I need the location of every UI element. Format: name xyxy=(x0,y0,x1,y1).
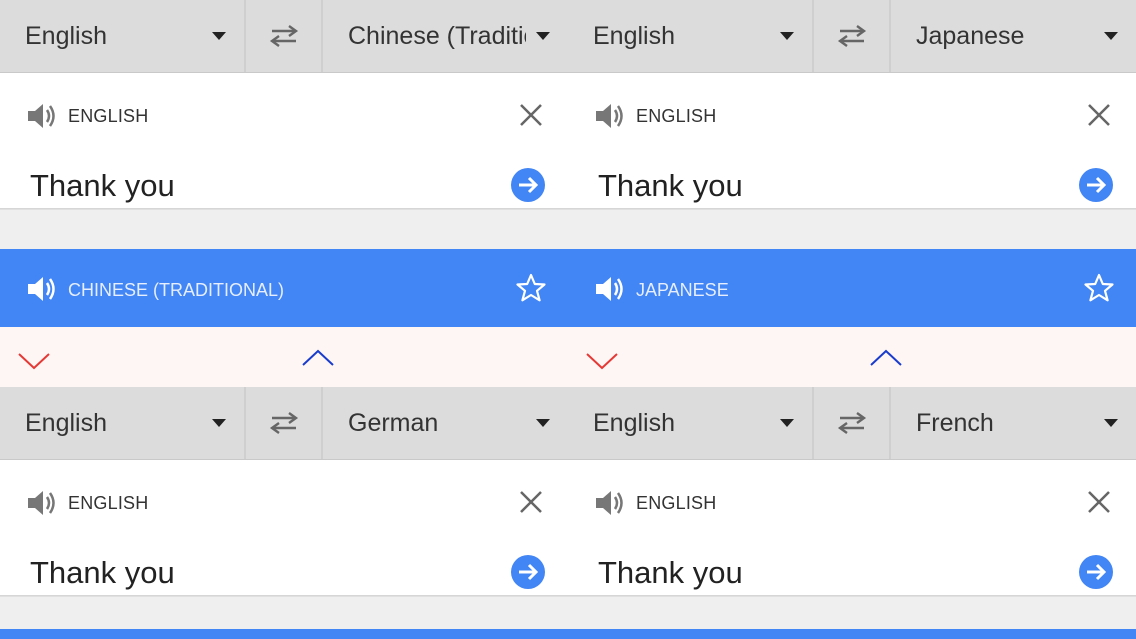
input-language-label: ENGLISH xyxy=(68,106,149,126)
close-icon[interactable] xyxy=(519,490,543,514)
dropdown-caret-icon xyxy=(536,32,550,40)
speaker-icon[interactable] xyxy=(594,101,626,131)
result-header: JAPANESE xyxy=(568,249,1136,327)
input-language-label: ENGLISH xyxy=(636,493,717,513)
swap-arrows-icon xyxy=(837,25,866,47)
star-outline-icon[interactable] xyxy=(1084,273,1114,303)
expand-collapse-row xyxy=(0,327,568,387)
source-language-label: English xyxy=(593,408,675,437)
chevron-down-icon[interactable] xyxy=(18,352,50,370)
speaker-icon[interactable] xyxy=(26,488,58,518)
spacer xyxy=(568,209,1136,249)
source-language-select[interactable]: English xyxy=(0,387,246,459)
source-language-select[interactable]: English xyxy=(0,0,246,72)
arrow-right-circle-icon[interactable] xyxy=(1078,167,1114,203)
close-icon[interactable] xyxy=(519,103,543,127)
swap-arrows-icon xyxy=(269,25,298,47)
arrow-right-circle-icon[interactable] xyxy=(1078,554,1114,590)
speaker-icon[interactable] xyxy=(26,101,58,131)
source-language-select[interactable]: English xyxy=(568,387,814,459)
star-outline-icon[interactable] xyxy=(516,273,546,303)
dropdown-caret-icon xyxy=(780,419,794,427)
translate-panel: English Chinese (Traditional) ENGLISH Th… xyxy=(0,0,568,387)
translate-panel: English French ENGLISH Thank you xyxy=(568,387,1136,629)
source-language-label: English xyxy=(593,21,675,50)
chevron-up-icon[interactable] xyxy=(870,349,902,367)
dropdown-caret-icon xyxy=(536,419,550,427)
target-language-label: Japanese xyxy=(916,21,1025,50)
source-language-label: English xyxy=(25,21,107,50)
language-bar: English German xyxy=(0,387,568,460)
result-language-label: JAPANESE xyxy=(636,280,729,300)
target-language-label: German xyxy=(348,408,439,437)
arrow-right-circle-icon[interactable] xyxy=(510,167,546,203)
swap-arrows-icon xyxy=(837,412,866,434)
arrow-right-circle-icon[interactable] xyxy=(510,554,546,590)
expand-collapse-row xyxy=(568,327,1136,387)
spacer xyxy=(0,596,568,629)
language-bar: English Japanese xyxy=(568,0,1136,73)
source-language-select[interactable]: English xyxy=(568,0,814,72)
swap-languages-button[interactable] xyxy=(814,0,891,72)
input-text[interactable]: Thank you xyxy=(30,168,175,204)
chevron-up-icon[interactable] xyxy=(302,349,334,367)
result-header: CHINESE (TRADITIONAL) xyxy=(0,249,568,327)
input-card: ENGLISH Thank you xyxy=(568,73,1136,209)
input-language-label: ENGLISH xyxy=(68,493,149,513)
swap-arrows-icon xyxy=(269,412,298,434)
dropdown-caret-icon xyxy=(1104,32,1118,40)
target-language-select[interactable]: Chinese (Traditional) xyxy=(323,0,568,72)
swap-languages-button[interactable] xyxy=(246,0,323,72)
input-card: ENGLISH Thank you xyxy=(0,73,568,209)
speaker-icon[interactable] xyxy=(594,488,626,518)
swap-languages-button[interactable] xyxy=(246,387,323,459)
language-bar: English Chinese (Traditional) xyxy=(0,0,568,73)
dropdown-caret-icon xyxy=(212,32,226,40)
speaker-icon[interactable] xyxy=(26,274,58,304)
swap-languages-button[interactable] xyxy=(814,387,891,459)
input-text[interactable]: Thank you xyxy=(30,555,175,591)
close-icon[interactable] xyxy=(1087,490,1111,514)
spacer xyxy=(568,596,1136,629)
source-language-label: English xyxy=(25,408,107,437)
input-text[interactable]: Thank you xyxy=(598,168,743,204)
target-language-select[interactable]: Japanese xyxy=(891,0,1136,72)
language-bar: English French xyxy=(568,387,1136,460)
target-language-select[interactable]: German xyxy=(323,387,568,459)
translate-panel: English German ENGLISH Thank you xyxy=(0,387,568,629)
dropdown-caret-icon xyxy=(212,419,226,427)
close-icon[interactable] xyxy=(1087,103,1111,127)
input-text[interactable]: Thank you xyxy=(598,555,743,591)
target-language-label: French xyxy=(916,408,994,437)
spacer xyxy=(0,209,568,249)
target-language-label: Chinese (Traditional) xyxy=(348,21,526,50)
speaker-icon[interactable] xyxy=(594,274,626,304)
result-language-label: CHINESE (TRADITIONAL) xyxy=(68,280,285,300)
input-card: ENGLISH Thank you xyxy=(568,460,1136,596)
input-card: ENGLISH Thank you xyxy=(0,460,568,596)
dropdown-caret-icon xyxy=(780,32,794,40)
dropdown-caret-icon xyxy=(1104,419,1118,427)
chevron-down-icon[interactable] xyxy=(586,352,618,370)
result-header-partial xyxy=(0,629,1136,639)
target-language-select[interactable]: French xyxy=(891,387,1136,459)
translate-panel: English Japanese ENGLISH Thank you JAPAN… xyxy=(568,0,1136,387)
input-language-label: ENGLISH xyxy=(636,106,717,126)
